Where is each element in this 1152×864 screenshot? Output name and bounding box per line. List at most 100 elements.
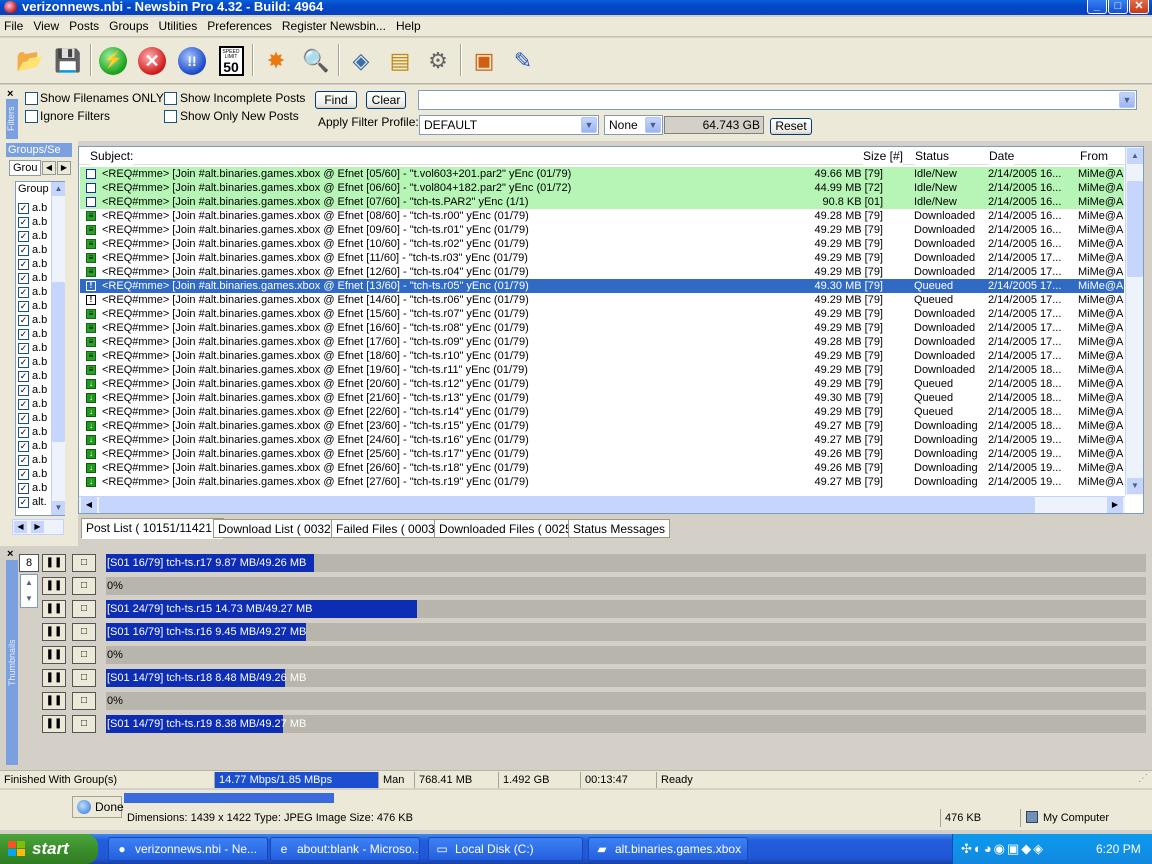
pause-icon[interactable]: ❚❚	[42, 577, 66, 595]
groups-search-tab[interactable]: Groups/Se	[6, 143, 72, 157]
search-icon[interactable]: 🔍	[298, 44, 334, 78]
stop-icon[interactable]: □	[72, 669, 96, 687]
group-checkbox[interactable]: ✓	[18, 496, 29, 508]
date-column-header[interactable]: Date	[989, 147, 1015, 165]
groups-scroll-thumb[interactable]	[52, 282, 65, 442]
chevron-down-icon[interactable]: ▼	[645, 117, 661, 133]
save-icon[interactable]: 💾	[50, 44, 86, 78]
chevron-right-icon[interactable]: ▶	[1107, 497, 1123, 513]
taskbar-item-folder[interactable]: ▰ alt.binaries.games.xbox	[588, 837, 748, 861]
group-checkbox[interactable]: ✓	[18, 440, 29, 452]
post-hscroll-thumb[interactable]	[99, 497, 1035, 513]
group-list-item[interactable]: ✓ a.b	[18, 342, 47, 356]
group-list-item[interactable]: ✓ a.b	[18, 286, 47, 300]
thumbnails-side-tab[interactable]: Thumbnails	[6, 560, 18, 765]
group-list-item[interactable]: ✓ a.b	[18, 426, 47, 440]
post-row[interactable]: ≡ <REQ#mme> [Join #alt.binaries.games.xbo…	[80, 363, 1124, 377]
chevron-up-icon[interactable]: ▲	[52, 182, 65, 196]
group-list-item[interactable]: ✓ a.b	[18, 482, 47, 496]
reset-button[interactable]: Reset	[770, 118, 812, 135]
groups-subtab[interactable]: Grou	[9, 160, 41, 176]
stop-icon[interactable]: □	[72, 715, 96, 733]
group-checkbox[interactable]: ✓	[18, 370, 29, 382]
group-checkbox[interactable]: ✓	[18, 202, 29, 214]
chevron-up-icon[interactable]: ▲	[1127, 148, 1143, 164]
title-bar[interactable]: verizonnews.nbi - Newsbin Pro 4.32 - Bui…	[0, 0, 1152, 15]
post-row[interactable]: ≡ <REQ#mme> [Join #alt.binaries.games.xbo…	[80, 321, 1124, 335]
group-checkbox[interactable]: ✓	[18, 356, 29, 368]
chevron-left-icon[interactable]: ◀	[14, 521, 27, 533]
find-button[interactable]: Find	[315, 91, 357, 109]
group-checkbox[interactable]: ✓	[18, 398, 29, 410]
ignore-filters-checkbox[interactable]	[25, 110, 38, 123]
post-row[interactable]: ≡ <REQ#mme> [Join #alt.binaries.games.xbo…	[80, 223, 1124, 237]
tab-status-messages[interactable]: Status Messages	[568, 519, 671, 538]
chevron-down-icon[interactable]: ▼	[1119, 92, 1135, 108]
group-checkbox[interactable]: ✓	[18, 384, 29, 396]
post-row[interactable]: ↓ <REQ#mme> [Join #alt.binaries.games.xbo…	[80, 433, 1124, 447]
subject-column-header[interactable]: Subject:	[90, 147, 134, 165]
pause-icon[interactable]: ❚❚	[42, 623, 66, 641]
chevron-right-icon[interactable]: ▶	[31, 521, 44, 533]
app-icon[interactable]	[4, 1, 17, 13]
group-checkbox[interactable]: ✓	[18, 216, 29, 228]
post-row[interactable]: <REQ#mme> [Join #alt.binaries.games.xbox…	[80, 181, 1124, 195]
close-button[interactable]: ✕	[1129, 0, 1149, 14]
post-row[interactable]: ↓ <REQ#mme> [Join #alt.binaries.games.xbo…	[80, 391, 1124, 405]
disconnect-icon[interactable]: ✕	[134, 44, 170, 78]
arrow-left-icon[interactable]: ◀	[42, 161, 56, 175]
post-row[interactable]: ! <REQ#mme> [Join #alt.binaries.games.xbo…	[80, 279, 1124, 293]
start-button[interactable]: start	[0, 834, 98, 864]
group-checkbox[interactable]: ✓	[18, 328, 29, 340]
group-checkbox[interactable]: ✓	[18, 412, 29, 424]
post-row[interactable]: ↓ <REQ#mme> [Join #alt.binaries.games.xbo…	[80, 419, 1124, 433]
filter-profile-select[interactable]: DEFAULT ▼	[419, 115, 599, 135]
thread-count-field[interactable]: 8	[19, 554, 39, 572]
info-icon[interactable]: !!	[174, 44, 210, 78]
groups-list-scrollbar[interactable]: ▲ ▼	[51, 182, 65, 515]
pause-icon[interactable]: ❚❚	[42, 692, 66, 710]
minimize-button[interactable]: _	[1087, 0, 1107, 14]
thread-spinner[interactable]: ▲ ▼	[20, 574, 38, 608]
taskbar-item-newsbin[interactable]: ● verizonnews.nbi - Ne...	[108, 837, 268, 861]
post-row[interactable]: <REQ#mme> [Join #alt.binaries.games.xbox…	[80, 167, 1124, 181]
filters-side-tab[interactable]: Filters	[6, 99, 18, 139]
post-list-scrollbar[interactable]: ▲ ▼	[1125, 147, 1143, 495]
filter-icon[interactable]: ▣	[466, 44, 502, 78]
group-list-item[interactable]: ✓ a.b	[18, 216, 47, 230]
post-row[interactable]: ↓ <REQ#mme> [Join #alt.binaries.games.xbo…	[80, 405, 1124, 419]
menu-utilities[interactable]: Utilities	[155, 17, 204, 36]
menu-register[interactable]: Register Newsbin...	[278, 17, 392, 36]
groups-horizontal-scrollbar[interactable]: ◀ ▶	[12, 519, 64, 535]
post-row[interactable]: ↓ <REQ#mme> [Join #alt.binaries.games.xbo…	[80, 447, 1124, 461]
chevron-down-icon[interactable]: ▼	[581, 117, 597, 133]
post-list-horizontal-scrollbar[interactable]: ◀ ▶	[79, 496, 1125, 513]
group-checkbox[interactable]: ✓	[18, 426, 29, 438]
stop-icon[interactable]: □	[72, 577, 96, 595]
size-unit-select[interactable]: None ▼	[604, 115, 663, 135]
post-row[interactable]: ≡ <REQ#mme> [Join #alt.binaries.games.xbo…	[80, 349, 1124, 363]
clock[interactable]: 6:20 PM	[1096, 834, 1141, 864]
pause-icon[interactable]: ❚❚	[42, 600, 66, 618]
show-incomplete-posts-checkbox[interactable]	[164, 92, 177, 105]
post-row[interactable]: ↓ <REQ#mme> [Join #alt.binaries.games.xbo…	[80, 461, 1124, 475]
open-folder-icon[interactable]: 📂	[12, 44, 48, 78]
gear-icon[interactable]: ⚙	[420, 44, 456, 78]
speed-limit-icon[interactable]: SPEED LIMIT 50	[213, 44, 249, 78]
taskbar-item-ie[interactable]: e about:blank - Microso...	[270, 837, 420, 861]
group-checkbox[interactable]: ✓	[18, 272, 29, 284]
group-list-item[interactable]: ✓ a.b	[18, 202, 47, 216]
menu-groups[interactable]: Groups	[105, 17, 154, 36]
search-input[interactable]: ▼	[418, 90, 1137, 110]
post-row[interactable]: ≡ <REQ#mme> [Join #alt.binaries.games.xbo…	[80, 251, 1124, 265]
tab-download-list[interactable]: Download List ( 0032 )	[213, 519, 344, 538]
notepad-icon[interactable]: ▤	[382, 44, 418, 78]
tab-downloaded-files[interactable]: Downloaded Files ( 0025 )	[434, 519, 585, 538]
chevron-down-icon[interactable]: ▼	[52, 501, 65, 515]
group-checkbox[interactable]: ✓	[18, 244, 29, 256]
chevron-left-icon[interactable]: ◀	[81, 497, 97, 513]
chevron-down-icon[interactable]: ▼	[1127, 478, 1143, 494]
tray-icons[interactable]: ✣◐◕◉▣◆◈	[961, 834, 1045, 864]
group-list-item[interactable]: ✓ a.b	[18, 454, 47, 468]
post-row[interactable]: ≡ <REQ#mme> [Join #alt.binaries.games.xbo…	[80, 209, 1124, 223]
